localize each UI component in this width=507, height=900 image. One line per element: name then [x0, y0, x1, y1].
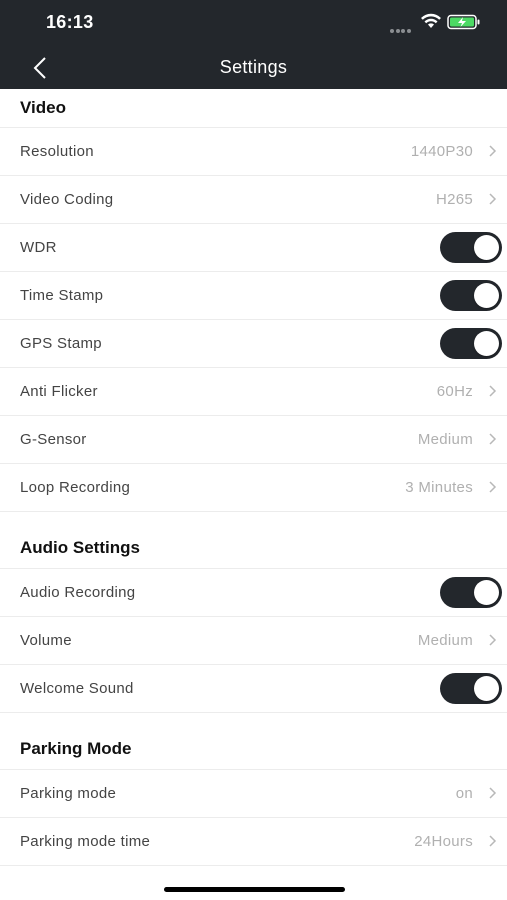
- gps-stamp-toggle[interactable]: [440, 328, 502, 359]
- chevron-right-icon: [489, 634, 497, 646]
- setting-row-time-stamp: Time Stamp: [0, 272, 507, 320]
- chevron-right-icon: [489, 433, 497, 445]
- chevron-right-icon: [489, 787, 497, 799]
- setting-value: on: [455, 785, 473, 802]
- setting-label: Resolution: [20, 143, 94, 160]
- page-title: Settings: [219, 57, 288, 77]
- chevron-right-icon: [489, 835, 497, 847]
- setting-label: Parking mode: [20, 785, 117, 802]
- setting-value: Medium: [417, 632, 473, 649]
- setting-label: Volume: [20, 632, 72, 649]
- toggle-knob: [474, 331, 499, 356]
- section-header-video: Video: [0, 89, 507, 128]
- home-indicator[interactable]: [164, 887, 345, 892]
- toggle-knob: [474, 580, 499, 605]
- section-header-audio-settings: Audio Settings: [0, 512, 507, 569]
- setting-row-welcome-sound: Welcome Sound: [0, 665, 507, 713]
- setting-label: Loop Recording: [20, 479, 131, 496]
- audio-recording-toggle[interactable]: [440, 577, 502, 608]
- setting-row-gps-stamp: GPS Stamp: [0, 320, 507, 368]
- setting-label: Video Coding: [20, 191, 114, 208]
- setting-value: 1440P30: [410, 143, 473, 160]
- time-stamp-toggle[interactable]: [440, 280, 502, 311]
- setting-row-audio-recording: Audio Recording: [0, 569, 507, 617]
- setting-row-resolution[interactable]: Resolution 1440P30: [0, 128, 507, 176]
- setting-row-g-sensor[interactable]: G-Sensor Medium: [0, 416, 507, 464]
- setting-value: 60Hz: [436, 383, 473, 400]
- setting-label: Time Stamp: [20, 287, 104, 304]
- setting-value: H265: [435, 191, 473, 208]
- setting-label: G-Sensor: [20, 431, 87, 448]
- setting-label: WDR: [20, 239, 57, 256]
- setting-label: Audio Recording: [20, 584, 136, 601]
- setting-value: 24Hours: [414, 833, 473, 850]
- chevron-right-icon: [489, 385, 497, 397]
- welcome-sound-toggle[interactable]: [440, 673, 502, 704]
- settings-list: Video Resolution 1440P30 Video Coding H2…: [0, 89, 507, 866]
- status-time: 16:13: [46, 12, 94, 32]
- setting-row-anti-flicker[interactable]: Anti Flicker 60Hz: [0, 368, 507, 416]
- wifi-icon: [421, 13, 441, 28]
- setting-label: Anti Flicker: [20, 383, 98, 400]
- setting-row-parking-mode[interactable]: Parking mode on: [0, 770, 507, 818]
- toggle-knob: [474, 235, 499, 260]
- setting-row-parking-mode-time[interactable]: Parking mode time 24Hours: [0, 818, 507, 866]
- setting-row-loop-recording[interactable]: Loop Recording 3 Minutes: [0, 464, 507, 512]
- setting-value: Medium: [417, 431, 473, 448]
- wdr-toggle[interactable]: [440, 232, 502, 263]
- battery-charging-icon: [447, 14, 480, 30]
- setting-label: Welcome Sound: [20, 680, 134, 697]
- setting-value: 3 Minutes: [405, 479, 473, 496]
- setting-row-video-coding[interactable]: Video Coding H265: [0, 176, 507, 224]
- toggle-knob: [474, 676, 499, 701]
- chevron-right-icon: [489, 145, 497, 157]
- section-header-parking-mode: Parking Mode: [0, 713, 507, 770]
- setting-row-volume[interactable]: Volume Medium: [0, 617, 507, 665]
- chevron-right-icon: [489, 193, 497, 205]
- setting-label: Parking mode time: [20, 833, 151, 850]
- setting-label: GPS Stamp: [20, 335, 102, 352]
- navigation-bar: 16:13 Settings: [0, 0, 507, 89]
- toggle-knob: [474, 283, 499, 308]
- setting-row-wdr: WDR: [0, 224, 507, 272]
- chevron-right-icon: [489, 481, 497, 493]
- signal-icon: [390, 20, 412, 33]
